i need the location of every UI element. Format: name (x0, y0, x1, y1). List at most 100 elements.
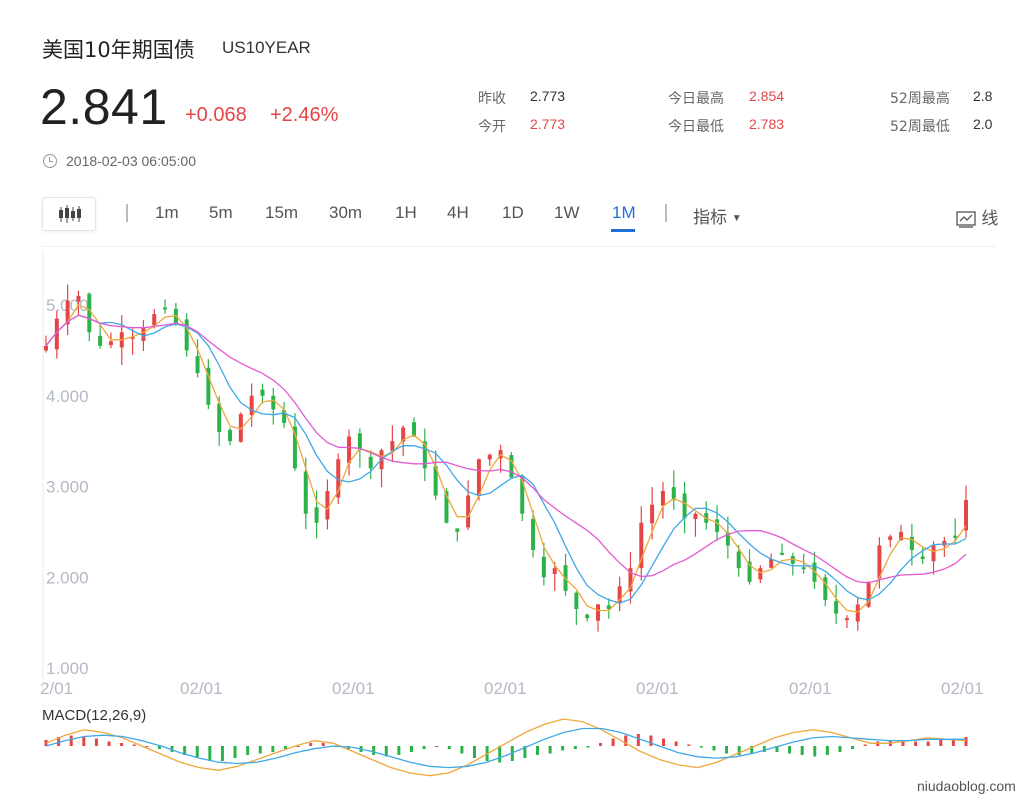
y-tick-label: 1.000 (46, 659, 89, 678)
candle-body (87, 293, 92, 333)
candle-body (953, 535, 958, 538)
macd-histogram-bar (107, 741, 111, 746)
candle-body (823, 577, 828, 600)
candle-body (76, 295, 81, 302)
candle-body (249, 395, 254, 416)
y-tick-label: 2.000 (46, 568, 89, 587)
candle-body (141, 327, 146, 341)
candle-body (650, 504, 655, 524)
macd-histogram-bar (825, 746, 829, 755)
macd-histogram-bar (422, 746, 426, 749)
candle-body (466, 495, 471, 528)
x-tick-label: 02/01 (941, 679, 984, 698)
candle-body (509, 455, 514, 478)
candle-body (942, 540, 947, 546)
candle-body (44, 345, 48, 351)
candle-body (585, 614, 590, 619)
macd-histogram-bar (699, 746, 703, 748)
x-tick-label: 02/01 (484, 679, 527, 698)
macd-histogram-bar (69, 735, 73, 746)
candle-body (682, 493, 687, 519)
x-tick-label: 02/01 (180, 679, 223, 698)
macd-histogram-bar (939, 740, 943, 746)
macd-histogram-bar (233, 746, 237, 758)
macd-histogram-bar (573, 746, 577, 749)
candle-body (531, 519, 536, 551)
ma-mid-line (45, 314, 967, 604)
macd-histogram-bar (397, 746, 401, 755)
macd-histogram-bar (964, 737, 968, 746)
macd-histogram-bar (611, 738, 615, 746)
candle-body (476, 459, 481, 496)
x-tick-label: 2/01 (40, 679, 73, 698)
candle-body (844, 618, 849, 621)
macd-histogram-bar (409, 746, 413, 752)
candle-body (487, 454, 492, 460)
macd-histogram-bar (372, 746, 376, 755)
macd-histogram-bar (561, 746, 565, 751)
macd-histogram-bar (195, 746, 199, 758)
macd-histogram-bar (712, 746, 716, 751)
candle-body (271, 395, 276, 410)
macd-histogram-bar (548, 746, 552, 754)
macd-histogram-bar (599, 743, 603, 746)
y-tick-label: 4.000 (46, 387, 89, 406)
macd-histogram-bar (120, 743, 124, 746)
macd-histogram-bar (447, 746, 451, 749)
macd-histogram-bar (813, 746, 817, 757)
macd-histogram-bar (926, 741, 930, 746)
candle-body (660, 491, 665, 506)
macd-histogram-bar (863, 744, 867, 746)
macd-histogram-bar (788, 746, 792, 754)
price-chart[interactable]: 5.0004.0003.0002.0001.000 2/0102/0102/01… (0, 0, 1032, 803)
macd-histogram-bar (271, 746, 275, 752)
candle-body (163, 307, 168, 310)
macd-label: MACD(12,26,9) (42, 707, 146, 724)
candle-body (390, 441, 395, 451)
candle-body (455, 528, 460, 532)
candle-body (314, 507, 319, 523)
macd-histogram-bar (536, 746, 540, 755)
candle-body (260, 389, 265, 396)
candle-body (195, 356, 200, 374)
candle-body (736, 551, 741, 569)
macd-histogram-bar (636, 734, 640, 746)
candle-body (693, 513, 698, 520)
macd-histogram-bar (914, 741, 918, 746)
candle-body (769, 559, 774, 568)
macd-histogram-bar (435, 746, 439, 747)
macd-histogram-bar (725, 746, 729, 754)
candle-body (801, 567, 806, 570)
macd-histogram-bar (687, 744, 691, 746)
x-tick-label: 02/01 (636, 679, 679, 698)
macd-histogram-bar (800, 746, 804, 755)
candle-body (758, 568, 763, 580)
macd-histogram-bar (460, 746, 464, 754)
macd-histogram-bar (649, 735, 653, 746)
macd-histogram-bar (674, 741, 678, 746)
candle-body (574, 592, 579, 610)
candle-body (596, 604, 600, 621)
candle-body (184, 319, 189, 351)
macd-histogram-bar (246, 746, 250, 755)
macd-histogram-bar (132, 744, 136, 746)
candle-body (303, 471, 308, 514)
candle-body (228, 429, 232, 442)
macd-histogram-bar (82, 737, 86, 746)
candle-body (780, 552, 784, 555)
macd-histogram-bar (662, 738, 666, 746)
candle-body (152, 314, 157, 326)
ma-long-line (45, 314, 967, 584)
macd-histogram-bar (586, 746, 590, 748)
candle-body (368, 456, 373, 469)
candle-body (920, 556, 925, 560)
macd-histogram-bar (838, 746, 842, 752)
candle-body (98, 335, 103, 346)
candle-body (931, 545, 936, 562)
macd-histogram-bar (220, 746, 224, 761)
y-tick-label: 3.000 (46, 478, 89, 497)
candle-body (541, 556, 546, 578)
x-tick-label: 02/01 (332, 679, 375, 698)
candle-body (888, 536, 893, 541)
macd-histogram-bar (145, 746, 149, 747)
